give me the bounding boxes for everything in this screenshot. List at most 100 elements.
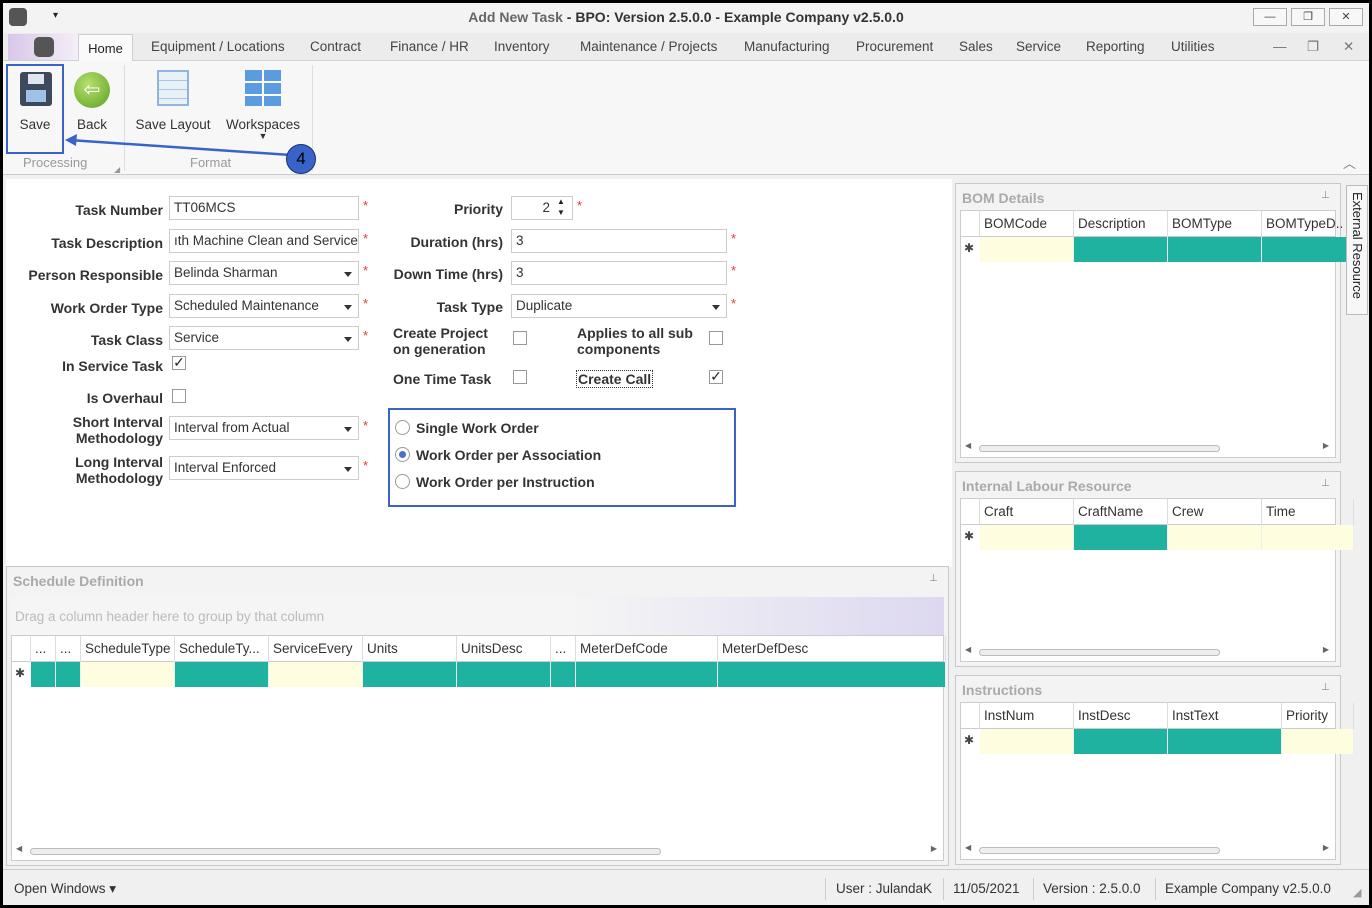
- close-button[interactable]: ✕: [1329, 8, 1363, 26]
- column-header[interactable]: ScheduleType: [81, 636, 175, 662]
- applies-sub-checkbox[interactable]: [709, 331, 723, 345]
- new-row-cell[interactable]: [718, 662, 946, 687]
- column-header[interactable]: Description: [1074, 211, 1168, 237]
- column-header[interactable]: InstDesc: [1074, 703, 1168, 729]
- new-row-cell[interactable]: [1074, 729, 1168, 754]
- column-header[interactable]: BOMTypeD..: [1262, 211, 1354, 237]
- tab-sales[interactable]: Sales: [959, 39, 993, 54]
- column-header[interactable]: Time: [1262, 499, 1354, 525]
- in-service-task-checkbox[interactable]: ✓: [172, 355, 186, 370]
- scroll-right-icon[interactable]: ▶: [1323, 843, 1329, 852]
- column-header[interactable]: Craft: [980, 499, 1074, 525]
- tab-finance-hr[interactable]: Finance / HR: [390, 39, 469, 54]
- new-row-cell[interactable]: [175, 662, 269, 687]
- task-number-field[interactable]: TT06MCS: [169, 196, 359, 220]
- column-header[interactable]: BOMType: [1168, 211, 1262, 237]
- group-by-panel[interactable]: Drag a column header here to group by th…: [11, 597, 944, 635]
- tab-inventory[interactable]: Inventory: [494, 39, 550, 54]
- mdi-minimize-button[interactable]: —: [1273, 39, 1287, 54]
- long-interval-dropdown[interactable]: Interval Enforced: [169, 456, 359, 480]
- tab-equipment-locations[interactable]: Equipment / Locations: [151, 39, 285, 54]
- column-header[interactable]: ServiceEvery: [269, 636, 363, 662]
- horizontal-scrollbar[interactable]: ◀ ▶: [961, 645, 1335, 659]
- tab-maintenance-projects[interactable]: Maintenance / Projects: [580, 39, 717, 54]
- resize-grip-icon[interactable]: ◢: [1353, 886, 1361, 899]
- tab-service[interactable]: Service: [1016, 39, 1061, 54]
- column-header[interactable]: MeterDefDesc: [718, 636, 946, 662]
- spinner-arrows-icon[interactable]: ▲ ▼: [557, 196, 565, 218]
- scroll-right-icon[interactable]: ▶: [1323, 441, 1329, 450]
- new-row-cell[interactable]: [31, 662, 56, 687]
- person-responsible-dropdown[interactable]: Belinda Sharman: [169, 261, 359, 285]
- new-row-cell[interactable]: [1262, 525, 1354, 550]
- open-windows-button[interactable]: Open Windows ▾: [14, 881, 116, 897]
- column-header[interactable]: InstNum: [980, 703, 1074, 729]
- column-header[interactable]: ...: [31, 636, 56, 662]
- scroll-left-icon[interactable]: ◀: [965, 843, 971, 852]
- create-project-checkbox[interactable]: [513, 331, 527, 345]
- tab-utilities[interactable]: Utilities: [1171, 39, 1215, 54]
- scrollbar-thumb[interactable]: [979, 445, 1220, 452]
- column-header[interactable]: InstText: [1168, 703, 1282, 729]
- down-time-field[interactable]: 3: [511, 261, 727, 285]
- create-call-checkbox[interactable]: ✓: [709, 369, 723, 384]
- new-row-cell[interactable]: [56, 662, 81, 687]
- pin-icon[interactable]: ⊥: [929, 573, 938, 584]
- column-header[interactable]: UnitsDesc: [457, 636, 551, 662]
- new-row-cell[interactable]: [1262, 237, 1354, 262]
- radio-button[interactable]: [395, 447, 410, 462]
- column-header[interactable]: Priority: [1282, 703, 1354, 729]
- restore-button[interactable]: ❐: [1291, 8, 1325, 26]
- task-description-field[interactable]: ıth Machine Clean and Service: [169, 229, 359, 253]
- new-row-cell[interactable]: [576, 662, 718, 687]
- save-button[interactable]: Save: [6, 64, 64, 154]
- scroll-right-icon[interactable]: ▶: [931, 844, 937, 853]
- new-row-cell[interactable]: [1168, 525, 1262, 550]
- one-time-task-checkbox[interactable]: [513, 370, 527, 384]
- radio-button[interactable]: [395, 420, 410, 435]
- horizontal-scrollbar[interactable]: ◀ ▶: [961, 843, 1335, 857]
- tab-reporting[interactable]: Reporting: [1086, 39, 1145, 54]
- new-row-cell[interactable]: [81, 662, 175, 687]
- horizontal-scrollbar[interactable]: ◀ ▶: [12, 844, 943, 858]
- new-row-cell[interactable]: [1168, 729, 1282, 754]
- duration-field[interactable]: 3: [511, 229, 727, 253]
- new-row-cell[interactable]: [1282, 729, 1354, 754]
- mdi-close-button[interactable]: ✕: [1343, 39, 1354, 55]
- short-interval-dropdown[interactable]: Interval from Actual: [169, 416, 359, 440]
- scroll-left-icon[interactable]: ◀: [16, 844, 22, 853]
- app-menu-button[interactable]: [8, 34, 78, 60]
- scroll-left-icon[interactable]: ◀: [965, 645, 971, 654]
- column-header[interactable]: CraftName: [1074, 499, 1168, 525]
- scrollbar-thumb[interactable]: [30, 848, 661, 855]
- minimize-button[interactable]: —: [1253, 8, 1287, 26]
- mdi-restore-button[interactable]: ❐: [1307, 39, 1319, 55]
- scrollbar-thumb[interactable]: [979, 847, 1220, 854]
- new-row-cell[interactable]: [1074, 525, 1168, 550]
- new-row-cell[interactable]: [269, 662, 363, 687]
- scroll-right-icon[interactable]: ▶: [1323, 645, 1329, 654]
- column-header[interactable]: Crew: [1168, 499, 1262, 525]
- column-header[interactable]: ...: [551, 636, 576, 662]
- pin-icon[interactable]: ⊥: [1321, 190, 1330, 201]
- new-row-cell[interactable]: [457, 662, 551, 687]
- tab-procurement[interactable]: Procurement: [856, 39, 933, 54]
- radio-button[interactable]: [395, 474, 410, 489]
- column-header[interactable]: BOMCode: [980, 211, 1074, 237]
- work-order-type-dropdown[interactable]: Scheduled Maintenance: [169, 294, 359, 318]
- external-resource-side-tab[interactable]: External Resource: [1346, 185, 1368, 315]
- horizontal-scrollbar[interactable]: ◀ ▶: [961, 441, 1335, 455]
- new-row-cell[interactable]: [980, 525, 1074, 550]
- task-class-dropdown[interactable]: Service: [169, 326, 359, 350]
- scrollbar-thumb[interactable]: [979, 649, 1220, 656]
- tab-home[interactable]: Home: [78, 34, 133, 62]
- column-header[interactable]: ...: [56, 636, 81, 662]
- new-row-cell[interactable]: [980, 729, 1074, 754]
- task-type-dropdown[interactable]: Duplicate: [511, 294, 727, 318]
- column-header[interactable]: ScheduleTy...: [175, 636, 269, 662]
- tab-contract[interactable]: Contract: [310, 39, 361, 54]
- new-row-cell[interactable]: [1168, 237, 1262, 262]
- column-header[interactable]: MeterDefCode: [576, 636, 718, 662]
- new-row-cell[interactable]: [551, 662, 576, 687]
- is-overhaul-checkbox[interactable]: [172, 389, 186, 403]
